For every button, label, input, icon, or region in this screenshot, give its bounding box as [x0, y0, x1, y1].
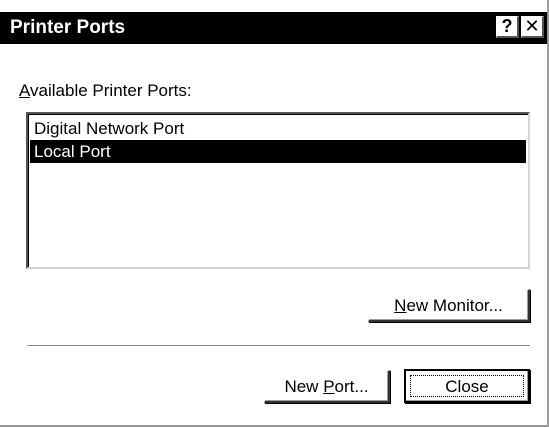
separator-line: [27, 345, 530, 347]
label-accelerator: A: [19, 81, 31, 100]
new-port-accelerator: P: [323, 376, 335, 396]
list-item-digital-network-port[interactable]: Digital Network Port: [30, 117, 526, 140]
close-window-button[interactable]: ✕: [521, 16, 544, 38]
close-icon: ✕: [524, 16, 540, 36]
close-button[interactable]: Close: [404, 369, 530, 403]
label-text: vailable Printer Ports:: [30, 81, 192, 100]
list-item-local-port[interactable]: Local Port: [30, 140, 526, 163]
title-bar[interactable]: Printer Ports ? ✕: [0, 12, 547, 44]
new-port-button[interactable]: New Port...: [264, 370, 390, 403]
close-button-label: Close: [445, 376, 489, 396]
help-icon: ?: [501, 16, 513, 36]
new-monitor-accelerator: N: [394, 295, 407, 315]
new-monitor-label: ew Monitor...: [406, 295, 503, 315]
help-button[interactable]: ?: [496, 16, 519, 38]
dialog-title: Printer Ports: [10, 17, 126, 38]
new-monitor-button[interactable]: New Monitor...: [368, 289, 530, 322]
available-ports-label: Available Printer Ports:: [19, 81, 192, 101]
new-port-label-pre: New: [284, 376, 324, 396]
printer-ports-dialog: Printer Ports ? ✕ Available Printer Port…: [0, 0, 549, 427]
new-port-label-rest: ort...: [334, 376, 369, 396]
printer-ports-listbox[interactable]: Digital Network Port Local Port: [26, 112, 530, 269]
